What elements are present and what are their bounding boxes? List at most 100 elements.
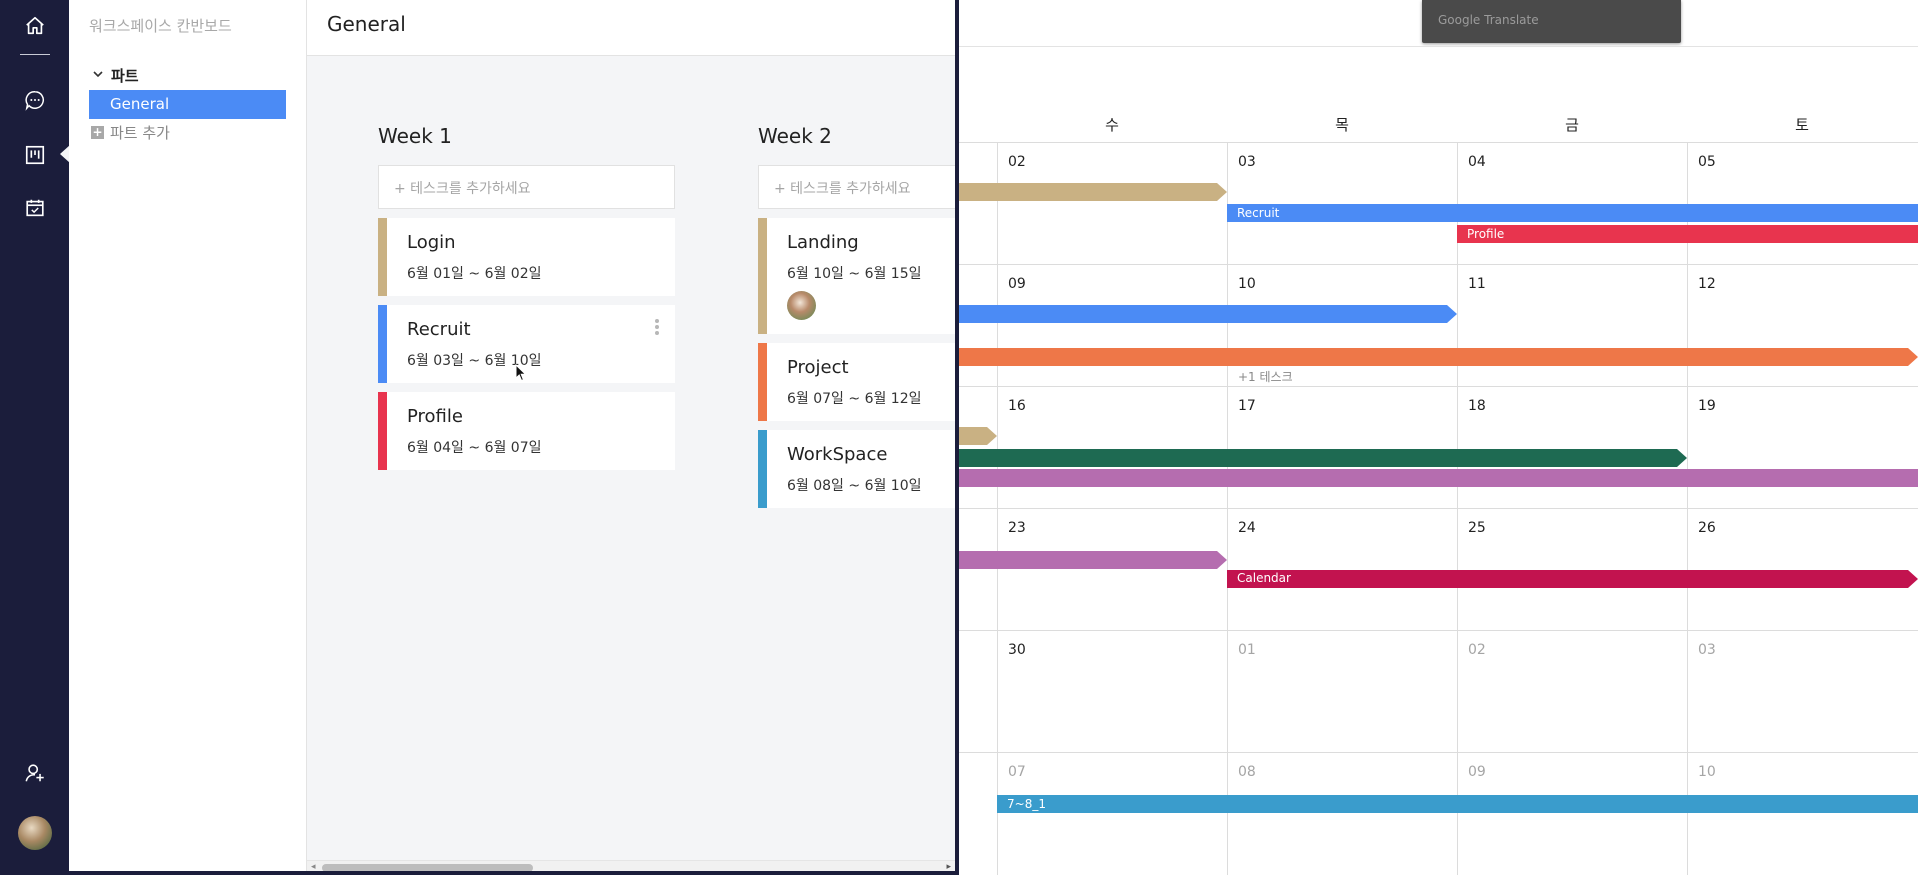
calendar-top-divider xyxy=(959,46,1918,47)
calendar-day[interactable]: 30 xyxy=(1008,642,1026,658)
event-bar-profile[interactable]: Profile xyxy=(1457,225,1918,243)
grid-line xyxy=(959,386,1918,387)
add-task-input[interactable]: + 테스크를 추가하세요 xyxy=(378,165,675,209)
grid-line xyxy=(997,142,998,875)
event-bar-recruit-cont[interactable] xyxy=(959,305,1457,327)
grid-line xyxy=(959,752,1918,753)
weekday-header: 수 xyxy=(1105,116,1119,134)
calendar-day[interactable]: 17 xyxy=(1238,398,1256,414)
calendar-day[interactable]: 09 xyxy=(1008,276,1026,292)
calendar-day[interactable]: 25 xyxy=(1468,520,1486,536)
board-header: General xyxy=(307,0,955,56)
calendar-day[interactable]: 03 xyxy=(1698,642,1716,658)
event-bar-7-8[interactable]: 7~8_1 xyxy=(997,795,1918,813)
column-title: Week 1 xyxy=(378,124,452,148)
plus-icon: + xyxy=(91,125,104,139)
calendar-day[interactable]: 07 xyxy=(1008,764,1026,780)
grid-line xyxy=(959,630,1918,631)
column-title: Week 2 xyxy=(758,124,832,148)
calendar-view: Google Translate 수 목 금 토 02 03 04 05 09 … xyxy=(959,0,1918,875)
calendar-day[interactable]: 23 xyxy=(1008,520,1026,536)
part-group-toggle[interactable]: 파트 xyxy=(93,65,139,86)
calendar-day[interactable]: 04 xyxy=(1468,154,1486,170)
grid-line xyxy=(1457,142,1458,875)
workspace-title: 워크스페이스 칸반보드 xyxy=(89,17,232,35)
calendar-day[interactable]: 19 xyxy=(1698,398,1716,414)
chevron-down-icon xyxy=(93,70,103,81)
add-user-icon[interactable] xyxy=(19,757,51,789)
task-card-landing[interactable]: Landing 6월 10일 ~ 6월 15일 xyxy=(758,218,955,334)
calendar-day[interactable]: 26 xyxy=(1698,520,1716,536)
rail-divider xyxy=(20,54,50,55)
event-bar-landing[interactable] xyxy=(959,427,997,449)
board-title: General xyxy=(327,12,406,36)
home-icon[interactable] xyxy=(19,10,51,42)
grid-line xyxy=(1227,142,1228,875)
google-translate-label: Google Translate xyxy=(1438,13,1539,27)
event-bar-purple[interactable] xyxy=(959,469,1918,487)
sidebar: 워크스페이스 칸반보드 파트 General + 파트 추가 xyxy=(69,0,307,875)
card-color-stripe xyxy=(758,430,767,508)
calendar-day[interactable]: 18 xyxy=(1468,398,1486,414)
more-tasks-link[interactable]: +1 테스크 xyxy=(1238,368,1293,385)
calendar-day[interactable]: 16 xyxy=(1008,398,1026,414)
kanban-board: General Week 1 + 테스크를 추가하세요 Login 6월 01일… xyxy=(307,0,955,875)
event-bar-green[interactable] xyxy=(959,449,1687,471)
card-dates: 6월 08일 ~ 6월 10일 xyxy=(787,478,922,494)
event-bar-recruit[interactable]: Recruit xyxy=(1227,204,1918,222)
grid-line xyxy=(959,508,1918,509)
card-title: WorkSpace xyxy=(787,444,888,465)
card-color-stripe xyxy=(758,218,767,334)
add-part-button[interactable]: + 파트 추가 xyxy=(91,122,170,143)
nav-rail xyxy=(0,0,70,875)
calendar-day[interactable]: 12 xyxy=(1698,276,1716,292)
card-color-stripe xyxy=(378,392,387,470)
chat-icon[interactable] xyxy=(19,84,51,116)
card-dates: 6월 01일 ~ 6월 02일 xyxy=(407,266,542,282)
calendar-day[interactable]: 02 xyxy=(1468,642,1486,658)
calendar-day[interactable]: 05 xyxy=(1698,154,1716,170)
part-group-label: 파트 xyxy=(111,67,139,85)
calendar-day[interactable]: 11 xyxy=(1468,276,1486,292)
calendar-day[interactable]: 08 xyxy=(1238,764,1256,780)
card-dates: 6월 04일 ~ 6월 07일 xyxy=(407,440,542,456)
board-column-week1: Week 1 + 테스크를 추가하세요 Login 6월 01일 ~ 6월 02… xyxy=(378,124,675,470)
calendar-day[interactable]: 02 xyxy=(1008,154,1026,170)
kanban-icon[interactable] xyxy=(19,139,51,171)
weekday-header: 토 xyxy=(1795,116,1809,134)
event-bar-login[interactable] xyxy=(959,183,1227,205)
more-options-icon[interactable] xyxy=(655,319,659,335)
calendar-check-icon[interactable] xyxy=(19,192,51,224)
task-card-login[interactable]: Login 6월 01일 ~ 6월 02일 xyxy=(378,218,675,296)
calendar-day[interactable]: 10 xyxy=(1238,276,1256,292)
event-bar-project[interactable] xyxy=(959,348,1918,370)
card-dates: 6월 03일 ~ 6월 10일 xyxy=(407,353,542,369)
calendar-day[interactable]: 01 xyxy=(1238,642,1256,658)
task-card-project[interactable]: Project 6월 07일 ~ 6월 12일 xyxy=(758,343,955,421)
sidebar-item-general[interactable]: General xyxy=(89,90,286,119)
event-label: Calendar xyxy=(1237,571,1291,585)
calendar-day[interactable]: 09 xyxy=(1468,764,1486,780)
event-bar-purple-end[interactable] xyxy=(959,551,1227,573)
google-translate-popup[interactable]: Google Translate xyxy=(1422,0,1681,43)
calendar-day[interactable]: 10 xyxy=(1698,764,1716,780)
app-root: 워크스페이스 칸반보드 파트 General + 파트 추가 General W… xyxy=(0,0,1918,875)
card-title: Recruit xyxy=(407,319,471,340)
card-title: Profile xyxy=(407,406,463,427)
card-dates: 6월 10일 ~ 6월 15일 xyxy=(787,266,922,282)
board-column-week2: Week 2 + 테스크를 추가하세요 Landing 6월 10일 ~ 6월 … xyxy=(758,124,955,508)
card-dates: 6월 07일 ~ 6월 12일 xyxy=(787,391,922,407)
grid-line xyxy=(959,142,1918,143)
grid-line xyxy=(1687,142,1688,875)
task-card-workspace[interactable]: WorkSpace 6월 08일 ~ 6월 10일 xyxy=(758,430,955,508)
card-title: Project xyxy=(787,357,849,378)
user-avatar[interactable] xyxy=(18,816,52,850)
task-card-profile[interactable]: Profile 6월 04일 ~ 6월 07일 xyxy=(378,392,675,470)
add-task-input[interactable]: + 테스크를 추가하세요 xyxy=(758,165,955,209)
calendar-day[interactable]: 03 xyxy=(1238,154,1256,170)
card-color-stripe xyxy=(758,343,767,421)
event-bar-calendar[interactable]: Calendar xyxy=(1227,570,1918,592)
card-title: Login xyxy=(407,232,456,253)
assignee-avatar xyxy=(787,291,816,320)
calendar-day[interactable]: 24 xyxy=(1238,520,1256,536)
